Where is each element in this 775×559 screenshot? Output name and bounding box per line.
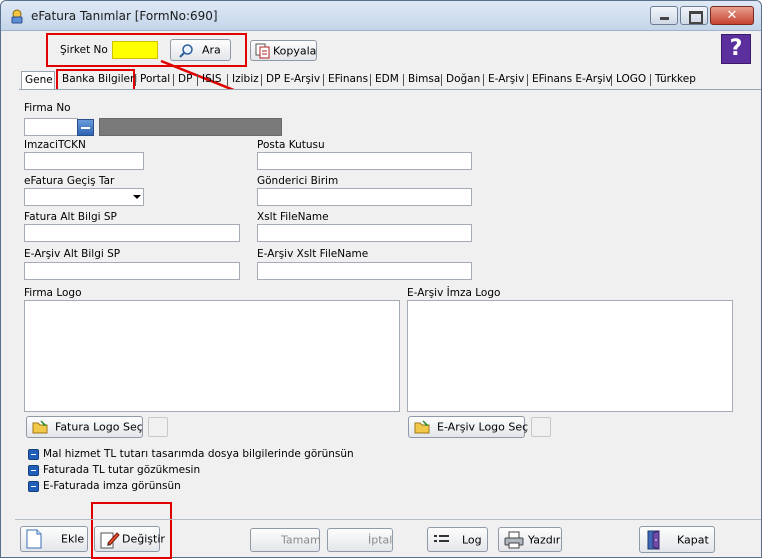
alt-bilgi-label: Fatura Alt Bilgi SP bbox=[24, 211, 117, 223]
tab-separator bbox=[527, 74, 528, 86]
kopyala-label: Kopyala bbox=[273, 44, 317, 57]
tab-separator bbox=[227, 74, 228, 86]
gonderici-input[interactable] bbox=[257, 188, 472, 206]
tab-earsiv[interactable]: E-Arşiv bbox=[485, 71, 527, 89]
iptal-button[interactable]: İptal bbox=[327, 528, 393, 552]
fatura-logo-clear-button[interactable] bbox=[148, 417, 168, 437]
close-button[interactable]: ✕ bbox=[710, 6, 754, 25]
tab-separator bbox=[135, 74, 136, 86]
gecis-label: eFatura Geçiş Tar bbox=[24, 175, 115, 187]
earsiv-logo-sec-label: E-Arşiv Logo Seç bbox=[437, 420, 529, 434]
app-icon bbox=[11, 9, 23, 24]
close-icon: ✕ bbox=[726, 8, 738, 23]
firma-logo-label: Firma Logo bbox=[24, 287, 82, 299]
tab-efinans-earsiv[interactable]: EFinans E-Arşiv bbox=[529, 71, 615, 89]
imzaci-label: ImzaciTCKN bbox=[24, 139, 86, 151]
iptal-label: İptal bbox=[368, 533, 393, 547]
sirket-no-label: Şirket No bbox=[60, 44, 108, 56]
kapat-label: Kapat bbox=[677, 533, 709, 546]
fatura-logo-sec-label: Fatura Logo Seç bbox=[55, 420, 143, 434]
imza-gorunsun-checkbox[interactable] bbox=[28, 481, 39, 492]
tl-tutar-label: Faturada TL tutar gözükmesin bbox=[43, 464, 201, 476]
tab-separator bbox=[403, 74, 404, 86]
chevron-down-icon bbox=[133, 195, 141, 199]
tab-edm[interactable]: EDM bbox=[372, 71, 402, 89]
minimize-button[interactable] bbox=[650, 6, 678, 25]
tab-efinans[interactable]: EFinans bbox=[325, 71, 371, 89]
gonderici-label: Gönderici Birim bbox=[257, 175, 339, 187]
posta-input[interactable] bbox=[257, 152, 472, 170]
imzaci-input[interactable] bbox=[24, 152, 144, 170]
firma-lookup-button[interactable] bbox=[77, 119, 94, 136]
firma-logo-box[interactable] bbox=[24, 300, 400, 412]
imza-logo-label: E-Arşiv İmza Logo bbox=[407, 287, 501, 299]
printer-icon bbox=[504, 531, 524, 548]
ara-label: Ara bbox=[202, 43, 221, 57]
list-icon bbox=[434, 534, 449, 542]
log-button[interactable]: Log bbox=[427, 527, 488, 552]
exit-door-icon bbox=[647, 529, 660, 550]
tab-dp-earsiv[interactable]: DP E-Arşiv bbox=[263, 71, 323, 89]
mal-hizmet-checkbox[interactable] bbox=[28, 449, 39, 460]
tab-separator bbox=[483, 74, 484, 86]
firma-no-label: Firma No bbox=[24, 102, 71, 114]
maximize-button[interactable] bbox=[680, 6, 708, 25]
xslt-label: Xslt FileName bbox=[257, 211, 329, 223]
earsiv-alt-label: E-Arşiv Alt Bilgi SP bbox=[24, 248, 121, 260]
window-title: eFatura Tanımlar [FormNo:690] bbox=[31, 9, 218, 23]
tab-dp[interactable]: DP bbox=[175, 71, 195, 89]
tab-separator bbox=[650, 74, 651, 86]
posta-label: Posta Kutusu bbox=[257, 139, 325, 151]
earsiv-alt-input[interactable] bbox=[24, 262, 240, 280]
firma-name-display bbox=[99, 118, 282, 136]
tab-dogan[interactable]: Doğan bbox=[443, 71, 483, 89]
tab-separator bbox=[173, 74, 174, 86]
tab-bimsa[interactable]: Bimsa bbox=[405, 71, 443, 89]
tab-logo[interactable]: LOGO bbox=[613, 71, 649, 89]
tab-separator bbox=[261, 74, 262, 86]
yazdir-label: Yazdır bbox=[528, 533, 561, 546]
earsiv-logo-sec-button[interactable]: E-Arşiv Logo Seç bbox=[408, 416, 529, 438]
tab-genel[interactable]: Gene bbox=[21, 71, 55, 89]
folder-icon bbox=[32, 420, 48, 434]
degistir-button[interactable]: Değiştir bbox=[94, 526, 165, 552]
imza-gorunsun-label: E-Faturada imza görünsün bbox=[43, 480, 181, 492]
tab-separator bbox=[611, 74, 612, 86]
tab-banka-bilgileri[interactable]: Banka Bilgileri bbox=[59, 71, 140, 89]
tab-strip: Gene Banka Bilgileri Portal DP ISIS Izib… bbox=[21, 71, 761, 89]
kapat-button[interactable]: Kapat bbox=[639, 526, 715, 553]
new-document-icon bbox=[26, 529, 42, 549]
log-label: Log bbox=[462, 533, 482, 546]
tab-separator bbox=[323, 74, 324, 86]
earsiv-xslt-input[interactable] bbox=[257, 262, 472, 280]
tab-isis[interactable]: ISIS bbox=[199, 71, 225, 89]
alt-bilgi-input[interactable] bbox=[24, 224, 240, 242]
tab-separator bbox=[370, 74, 371, 86]
imza-logo-box[interactable] bbox=[407, 300, 733, 412]
edit-pencil-icon bbox=[100, 532, 120, 549]
gecis-date-picker[interactable] bbox=[24, 188, 144, 206]
tamam-button[interactable]: Tamam bbox=[250, 528, 321, 552]
ekle-label: Ekle bbox=[61, 532, 85, 546]
help-button[interactable]: ? bbox=[721, 34, 751, 64]
tab-separator bbox=[441, 74, 442, 86]
tab-izibiz[interactable]: Izibiz bbox=[229, 71, 262, 89]
earsiv-logo-clear-button[interactable] bbox=[531, 417, 551, 437]
mal-hizmet-label: Mal hizmet TL tutarı tasarımda dosya bil… bbox=[43, 448, 354, 460]
fatura-logo-sec-button[interactable]: Fatura Logo Seç bbox=[26, 416, 143, 438]
tab-portal[interactable]: Portal bbox=[137, 71, 173, 89]
tamam-label: Tamam bbox=[281, 533, 321, 547]
tab-separator bbox=[197, 74, 198, 86]
folder-icon bbox=[414, 420, 430, 434]
xslt-input[interactable] bbox=[257, 224, 472, 242]
efatura-window: eFatura Tanımlar [FormNo:690] ✕ Şirket N… bbox=[0, 0, 762, 559]
firma-no-input[interactable] bbox=[24, 118, 78, 136]
tl-tutar-checkbox[interactable] bbox=[28, 465, 39, 476]
ekle-button[interactable]: Ekle bbox=[20, 526, 88, 552]
yazdir-button[interactable]: Yazdır bbox=[498, 527, 562, 552]
tab-turkkep[interactable]: Türkkep bbox=[652, 71, 699, 89]
degistir-label: Değiştir bbox=[122, 532, 165, 546]
title-bar[interactable]: eFatura Tanımlar [FormNo:690] ✕ bbox=[1, 1, 761, 31]
earsiv-xslt-label: E-Arşiv Xslt FileName bbox=[257, 248, 369, 260]
